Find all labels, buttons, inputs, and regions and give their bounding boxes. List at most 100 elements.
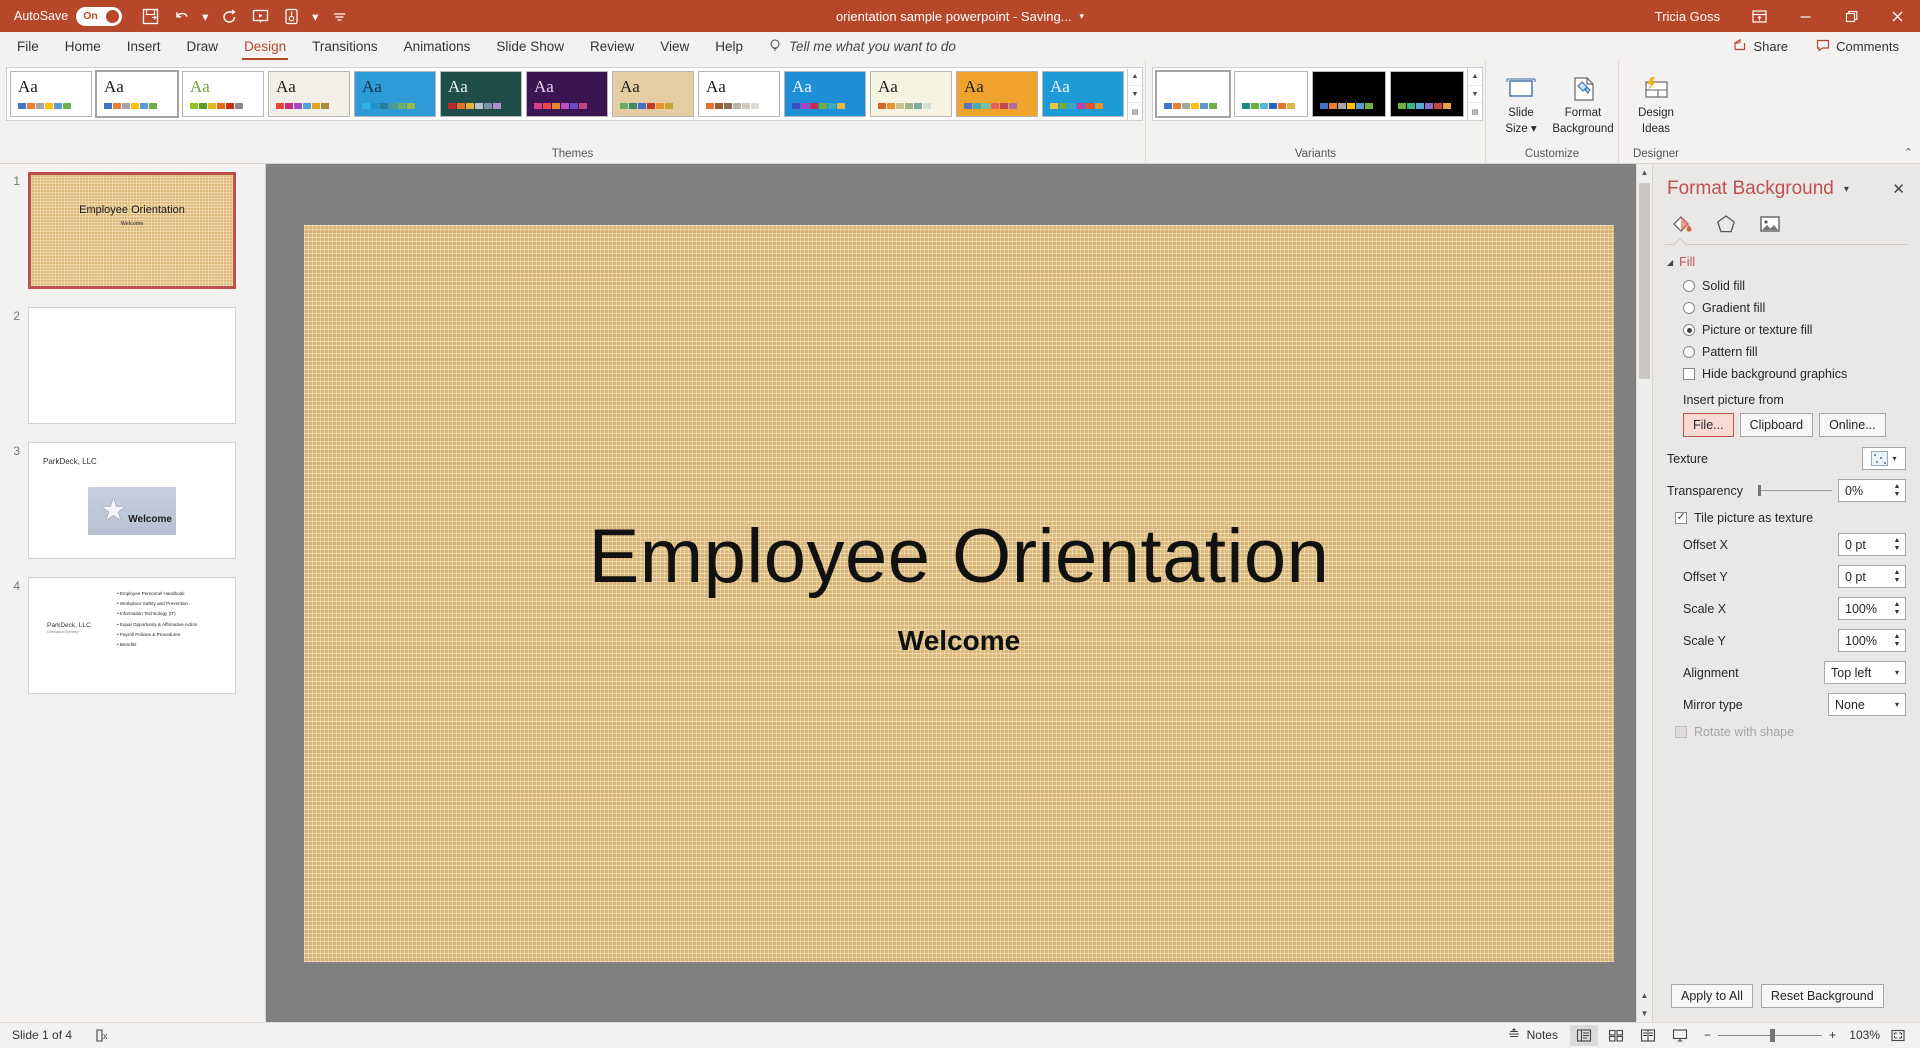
theme-thumbnail-badge-theme[interactable]: Aa	[956, 71, 1038, 117]
theme-thumbnail-quotable-theme[interactable]: Aa	[870, 71, 952, 117]
fill-section-header[interactable]: ◢ Fill	[1667, 255, 1906, 269]
undo-icon[interactable]	[167, 3, 195, 29]
expand-triangle-icon[interactable]: ◢	[1667, 258, 1673, 267]
slide-size-button[interactable]: Slide Size ▾	[1492, 68, 1550, 138]
theme-thumbnail-ion-boardroom-theme[interactable]: Aa	[698, 71, 780, 117]
hide-background-graphics-checkbox[interactable]	[1683, 368, 1695, 380]
tab-home[interactable]: Home	[52, 32, 114, 60]
redo-icon[interactable]	[215, 3, 243, 29]
gradient-fill-radio[interactable]	[1683, 302, 1695, 314]
zoom-in-button[interactable]: +	[1829, 1028, 1836, 1042]
title-dropdown-icon[interactable]: ▾	[1080, 11, 1085, 22]
mirror-type-select[interactable]: None ▾	[1828, 693, 1906, 716]
slide-counter[interactable]: Slide 1 of 4	[12, 1028, 72, 1042]
offset-y-spinbox[interactable]: 0 pt ▲ ▼	[1838, 565, 1906, 588]
close-icon[interactable]	[1874, 0, 1920, 32]
variants-gallery[interactable]	[1152, 67, 1468, 121]
next-slide-button[interactable]: ▼	[1637, 1004, 1652, 1022]
comments-button[interactable]: Comments	[1805, 34, 1910, 59]
restore-icon[interactable]	[1828, 0, 1874, 32]
scale-x-spinbox[interactable]: 100% ▲ ▼	[1838, 597, 1906, 620]
touch-mode-icon[interactable]	[277, 3, 305, 29]
scale-x-spinner-arrows[interactable]: ▲ ▼	[1890, 599, 1904, 618]
zoom-level[interactable]: 103%	[1846, 1028, 1880, 1042]
pattern-fill-radio[interactable]	[1683, 346, 1695, 358]
variant-thumbnail-variant-light-1[interactable]	[1155, 70, 1231, 118]
insert-from-clipboard-button[interactable]: Clipboard	[1739, 413, 1814, 437]
themes-scroll-down-icon[interactable]: ▼	[1128, 86, 1142, 104]
fit-slide-to-window-button[interactable]	[1884, 1025, 1912, 1046]
variants-more-icon[interactable]: ▤	[1468, 103, 1482, 120]
slide-thumbnail-1[interactable]: Employee Orientation Welcome	[28, 172, 236, 289]
radio-picture-texture-fill[interactable]: Picture or texture fill	[1667, 323, 1906, 337]
slide-sorter-view-button[interactable]	[1602, 1025, 1630, 1046]
themes-scroll-up-icon[interactable]: ▲	[1128, 68, 1142, 86]
radio-pattern-fill[interactable]: Pattern fill	[1667, 345, 1906, 359]
slide-thumbnail-3[interactable]: ParkDeck, LLC ★ Welcome	[28, 442, 236, 559]
theme-thumbnail-wisp-theme[interactable]: Aa	[268, 71, 350, 117]
notes-button[interactable]: Notes	[1499, 1025, 1566, 1046]
slide-show-button[interactable]	[1666, 1025, 1694, 1046]
autosave-toggle[interactable]: On	[76, 6, 123, 26]
apply-to-all-button[interactable]: Apply to All	[1671, 984, 1753, 1008]
picture-texture-fill-radio[interactable]	[1683, 324, 1695, 336]
slide-thumbnail-item[interactable]: 1 Employee Orientation Welcome	[0, 172, 265, 307]
variants-scroll-down-icon[interactable]: ▼	[1468, 86, 1482, 104]
themes-gallery-scroll[interactable]: ▲ ▼ ▤	[1128, 67, 1143, 121]
scale-y-spinbox[interactable]: 100% ▲ ▼	[1838, 629, 1906, 652]
theme-thumbnail-damask-theme[interactable]: Aa	[354, 71, 436, 117]
mirror-type-chevron-down-icon[interactable]: ▾	[1895, 700, 1899, 709]
minimize-icon[interactable]	[1782, 0, 1828, 32]
theme-thumbnail-frame-theme[interactable]: Aa	[1042, 71, 1124, 117]
alignment-select[interactable]: Top left ▾	[1824, 661, 1906, 684]
zoom-out-button[interactable]: −	[1704, 1028, 1711, 1042]
themes-more-icon[interactable]: ▤	[1128, 103, 1142, 120]
document-title[interactable]: orientation sample powerpoint - Saving..…	[836, 9, 1072, 24]
tell-me-search[interactable]: Tell me what you want to do	[756, 32, 968, 60]
tab-draw[interactable]: Draw	[174, 32, 232, 60]
offset-x-spinner-arrows[interactable]: ▲ ▼	[1890, 535, 1904, 554]
variant-thumbnail-variant-dark-1[interactable]	[1312, 71, 1386, 117]
variants-gallery-scroll[interactable]: ▲ ▼ ▤	[1468, 67, 1483, 121]
theme-thumbnail-office-theme-2[interactable]: Aa	[95, 70, 179, 118]
tab-insert[interactable]: Insert	[114, 32, 174, 60]
variant-thumbnail-variant-light-2[interactable]	[1234, 71, 1308, 117]
tab-transitions[interactable]: Transitions	[299, 32, 391, 60]
share-button[interactable]: Share	[1722, 34, 1799, 59]
slide-thumbnail-4[interactable]: ParkDeck, LLC Orientation Overview • Emplo…	[28, 577, 236, 694]
transparency-spinner-arrows[interactable]: ▲ ▼	[1890, 481, 1904, 500]
zoom-knob[interactable]	[1769, 1028, 1775, 1042]
slide-thumbnail-2[interactable]	[28, 307, 236, 424]
user-account-name[interactable]: Tricia Goss	[1655, 9, 1720, 24]
variants-scroll-up-icon[interactable]: ▲	[1468, 68, 1482, 86]
transparency-slider[interactable]	[1758, 485, 1832, 496]
collapse-ribbon-icon[interactable]: ⌃	[1904, 146, 1913, 159]
theme-thumbnail-office-theme[interactable]: Aa	[10, 71, 92, 117]
radio-solid-fill[interactable]: Solid fill	[1667, 279, 1906, 293]
customize-qat-icon[interactable]	[325, 3, 353, 29]
offset-y-spinner-arrows[interactable]: ▲ ▼	[1890, 567, 1904, 586]
picture-tab-icon[interactable]	[1755, 210, 1785, 238]
texture-picker-button[interactable]: ▾	[1862, 447, 1906, 470]
reading-view-button[interactable]	[1634, 1025, 1662, 1046]
transparency-slider-track[interactable]	[1761, 490, 1832, 491]
reset-background-button[interactable]: Reset Background	[1760, 984, 1884, 1008]
normal-view-button[interactable]	[1569, 1024, 1598, 1046]
texture-chevron-down-icon[interactable]: ▾	[1892, 454, 1896, 463]
insert-from-online-button[interactable]: Online...	[1819, 413, 1886, 437]
tab-slide-show[interactable]: Slide Show	[483, 32, 577, 60]
variant-thumbnail-variant-dark-2[interactable]	[1390, 71, 1464, 117]
slide-thumbnails-pane[interactable]: 1 Employee Orientation Welcome 2 3 ParkDeck, …	[0, 164, 266, 1022]
ribbon-display-options-icon[interactable]	[1736, 0, 1782, 32]
tab-animations[interactable]: Animations	[391, 32, 484, 60]
theme-thumbnail-dividend-theme[interactable]: Aa	[440, 71, 522, 117]
slide-thumbnail-item[interactable]: 3 ParkDeck, LLC ★ Welcome	[0, 442, 265, 577]
start-slideshow-icon[interactable]	[246, 3, 274, 29]
save-icon[interactable]	[136, 3, 164, 29]
themes-gallery[interactable]: Aa Aa Aa Aa Aa Aa Aa Aa Aa Aa Aa Aa Aa	[6, 67, 1128, 121]
previous-slide-button[interactable]: ▲	[1637, 986, 1652, 1004]
theme-thumbnail-celestial-theme[interactable]: Aa	[784, 71, 866, 117]
hide-background-graphics-row[interactable]: Hide background graphics	[1667, 367, 1906, 381]
tab-help[interactable]: Help	[702, 32, 756, 60]
tile-picture-checkbox[interactable]	[1675, 510, 1687, 524]
